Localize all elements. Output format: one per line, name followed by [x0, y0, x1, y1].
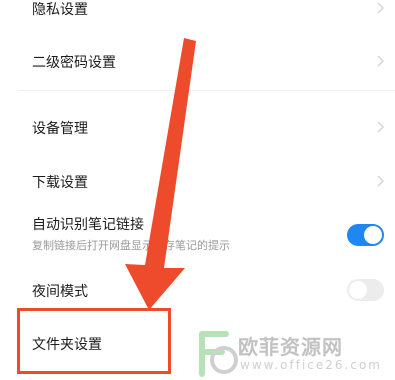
watermark: 欧菲资源网 www.office26.com: [196, 328, 395, 380]
night-mode-toggle[interactable]: [347, 279, 384, 301]
chevron-right-icon: [377, 175, 385, 187]
watermark-url: www.office26.com: [240, 358, 382, 372]
chevron-right-icon: [377, 55, 385, 67]
settings-item-download[interactable]: 下载设置: [0, 160, 395, 205]
watermark-text: 欧菲资源网: [238, 335, 343, 359]
watermark-logo: [199, 331, 238, 377]
settings-item-night-mode: 夜间模式: [0, 266, 395, 311]
settings-item-label: 夜间模式: [32, 284, 88, 300]
settings-item-label: 自动识别笔记链接: [32, 217, 144, 233]
section-divider: [18, 90, 395, 91]
settings-item-label: 下载设置: [32, 175, 88, 191]
settings-item-second-password[interactable]: 二级密码设置: [0, 40, 395, 85]
toggle-knob: [349, 281, 367, 299]
settings-item-label: 二级密码设置: [32, 55, 116, 71]
settings-item-description: 复制链接后打开网盘显示保存笔记的提示: [32, 239, 230, 252]
chevron-right-icon: [377, 2, 385, 14]
settings-item-auto-detect-links: 自动识别笔记链接 复制链接后打开网盘显示保存笔记的提示: [0, 208, 395, 263]
auto-detect-links-toggle[interactable]: [347, 224, 384, 246]
settings-item-privacy[interactable]: 隐私设置: [0, 0, 395, 22]
settings-item-label: 隐私设置: [32, 2, 88, 18]
settings-item-label: 设备管理: [32, 121, 88, 137]
settings-item-device-management[interactable]: 设备管理: [0, 106, 395, 151]
toggle-knob: [364, 226, 382, 244]
chevron-right-icon: [377, 121, 385, 133]
highlight-box: [17, 308, 171, 374]
